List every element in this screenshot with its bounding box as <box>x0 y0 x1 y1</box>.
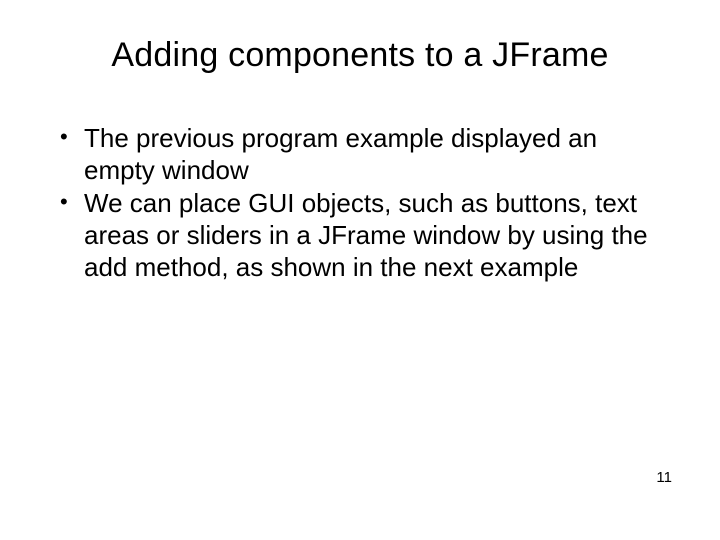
slide-title: Adding components to a JFrame <box>50 36 670 75</box>
bullet-item: The previous program example displayed a… <box>58 123 670 186</box>
bullet-item: We can place GUI objects, such as button… <box>58 188 670 283</box>
bullet-list: The previous program example displayed a… <box>50 123 670 284</box>
page-number: 11 <box>656 469 672 486</box>
slide: Adding components to a JFrame The previo… <box>0 0 720 540</box>
